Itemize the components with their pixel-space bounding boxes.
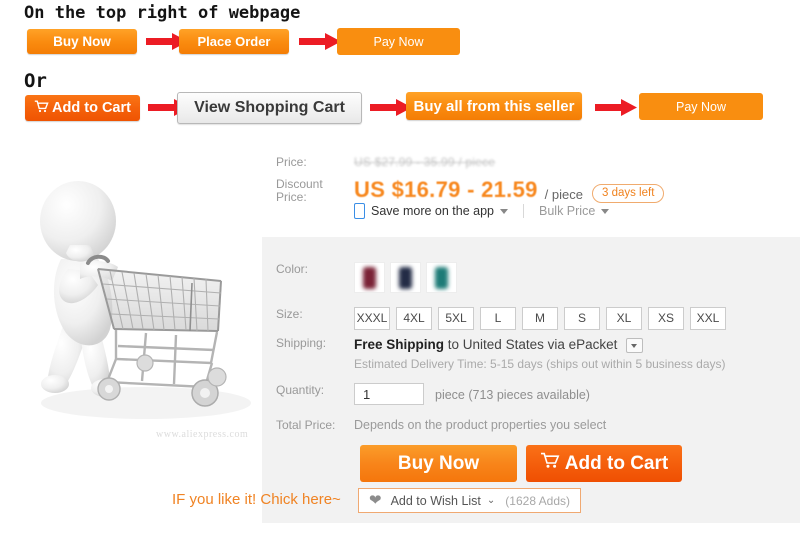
chevron-down-icon (500, 209, 508, 214)
shipping-method: Free Shipping to United States via ePack… (354, 336, 726, 353)
color-label: Color: (276, 262, 354, 277)
instruction-heading-top: On the top right of webpage (24, 3, 300, 23)
divider (523, 204, 524, 218)
color-swatch[interactable] (426, 262, 457, 293)
chevron-down-icon: ⌄ (487, 495, 495, 506)
color-swatch-list (354, 262, 457, 293)
page-root: On the top right of webpage Buy Now Plac… (0, 0, 800, 534)
cart-icon (34, 100, 49, 117)
total-price-label: Total Price: (276, 418, 354, 433)
color-row: Color: (276, 262, 457, 293)
size-label: Size: (276, 307, 354, 322)
price-sublinks: Save more on the app Bulk Price (354, 203, 609, 219)
instruction-heading-or: Or (24, 70, 47, 92)
product-detail-area: www.aliexpress.com Price: US $27.99 - 35… (0, 133, 800, 534)
color-swatch[interactable] (390, 262, 421, 293)
total-price-row: Total Price: Depends on the product prop… (276, 418, 606, 433)
quantity-label: Quantity: (276, 383, 354, 398)
cta-button-group: Buy Now Add to Cart (360, 445, 682, 482)
size-row: Size: XXXL 4XL 5XL L M S XL XS XXL (276, 307, 726, 330)
size-option[interactable]: 5XL (438, 307, 474, 330)
price-unit: / piece (545, 187, 583, 204)
size-option[interactable]: XXL (690, 307, 726, 330)
price-label: Price: (276, 155, 354, 170)
shipping-free-label: Free Shipping (354, 337, 444, 352)
flow-button-buy-now[interactable]: Buy Now (27, 29, 137, 54)
arrow-right-icon (595, 99, 637, 116)
buy-now-button[interactable]: Buy Now (360, 445, 517, 482)
discount-price-label-line2: Price: (276, 191, 354, 204)
add-to-cart-label: Add to Cart (565, 453, 668, 475)
discount-price-row: Discount Price: US $16.79 - 21.59 / piec… (276, 178, 664, 204)
shipping-row: Shipping: Free Shipping to United States… (276, 336, 726, 371)
chevron-down-icon (601, 209, 609, 214)
flow-button-add-to-cart-label: Add to Cart (52, 100, 131, 116)
size-option[interactable]: XXXL (354, 307, 390, 330)
mobile-phone-icon (354, 203, 365, 219)
size-option[interactable]: XS (648, 307, 684, 330)
days-left-badge: 3 days left (592, 184, 664, 203)
shipping-label: Shipping: (276, 336, 354, 351)
heart-icon: ❤ (369, 493, 382, 508)
cart-icon (540, 452, 560, 475)
flow-button-view-shopping-cart[interactable]: View Shopping Cart (177, 92, 362, 124)
app-promo-link[interactable]: Save more on the app (371, 204, 494, 218)
shipping-destination: to United States via ePacket (448, 337, 618, 352)
add-to-wish-list-button[interactable]: ❤ Add to Wish List ⌄ (1628 Adds) (358, 488, 581, 513)
product-hero-image: www.aliexpress.com (6, 141, 256, 441)
size-option[interactable]: M (522, 307, 558, 330)
wish-list-label: Add to Wish List (391, 494, 481, 508)
image-watermark: www.aliexpress.com (156, 429, 248, 440)
size-option[interactable]: XL (606, 307, 642, 330)
discount-price-label: Discount Price: (276, 178, 354, 204)
quantity-row: Quantity: 1 piece (713 pieces available) (276, 383, 590, 407)
arrow-right-icon (299, 33, 341, 50)
original-price-value: US $27.99 - 35.99 / piece (354, 155, 495, 169)
total-price-value: Depends on the product properties you se… (354, 418, 606, 433)
size-option[interactable]: L (480, 307, 516, 330)
quantity-input[interactable]: 1 (354, 383, 424, 405)
discount-price-value: US $16.79 - 21.59 (354, 178, 538, 202)
flow-button-buy-all-from-seller[interactable]: Buy all from this seller (406, 92, 582, 120)
size-option[interactable]: 4XL (396, 307, 432, 330)
shipping-details: Free Shipping to United States via ePack… (354, 336, 726, 371)
shipping-estimate: Estimated Delivery Time: 5-15 days (ship… (354, 357, 726, 371)
size-option-list: XXXL 4XL 5XL L M S XL XS XXL (354, 307, 726, 330)
flow-button-pay-now-2[interactable]: Pay Now (639, 93, 763, 120)
add-to-cart-button[interactable]: Add to Cart (526, 445, 682, 482)
like-it-annotation: IF you like it! Chick here~ (172, 491, 341, 508)
bulk-price-link[interactable]: Bulk Price (539, 204, 595, 218)
shipping-select-dropdown[interactable] (626, 338, 643, 353)
size-option[interactable]: S (564, 307, 600, 330)
quantity-availability: piece (713 pieces available) (435, 383, 590, 407)
price-row: Price: US $27.99 - 35.99 / piece (276, 155, 495, 170)
instruction-banner: On the top right of webpage Buy Now Plac… (0, 0, 800, 133)
color-swatch[interactable] (354, 262, 385, 293)
flow-button-pay-now[interactable]: Pay Now (337, 28, 460, 55)
flow-button-add-to-cart[interactable]: Add to Cart (25, 95, 140, 121)
flow-button-place-order[interactable]: Place Order (179, 29, 289, 54)
wish-list-count: (1628 Adds) (505, 494, 570, 508)
